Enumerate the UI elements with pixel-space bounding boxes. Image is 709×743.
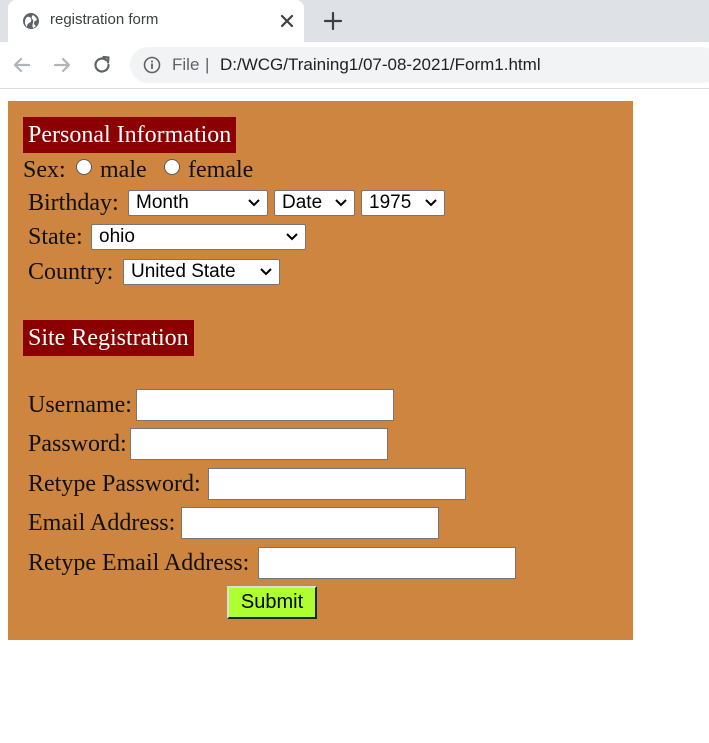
address-separator: | — [205, 55, 210, 74]
browser-toolbar: File | D:/WCG/Training1/07-08-2021/Form1… — [0, 42, 709, 89]
male-label: male — [100, 157, 147, 183]
submit-button[interactable]: Submit — [227, 586, 317, 619]
retype-email-input[interactable] — [258, 547, 516, 579]
forward-arrow-icon[interactable] — [50, 53, 74, 77]
date-value: Date — [282, 192, 323, 213]
state-label: State: — [28, 224, 83, 250]
country-value: United State — [131, 261, 236, 282]
sex-label: Sex: — [23, 157, 66, 183]
female-radio[interactable] — [164, 159, 180, 175]
birthday-label: Birthday: — [28, 190, 119, 216]
country-label: Country: — [28, 259, 114, 285]
chevron-down-icon — [260, 268, 272, 276]
file-label: File — [172, 55, 200, 74]
year-value: 1975 — [369, 192, 412, 213]
personal-info-heading: Personal Information — [23, 117, 237, 153]
chevron-down-icon — [248, 199, 260, 207]
state-value: ohio — [99, 226, 135, 247]
globe-icon — [23, 13, 39, 29]
info-icon[interactable] — [143, 56, 161, 74]
month-value: Month — [136, 192, 189, 213]
back-arrow-icon[interactable] — [10, 53, 34, 77]
chevron-down-icon — [425, 199, 437, 207]
password-input[interactable] — [130, 428, 388, 460]
birthday-year-select[interactable]: 1975 — [361, 190, 445, 216]
chevron-down-icon — [286, 233, 298, 241]
retype-password-label: Retype Password: — [28, 471, 201, 497]
registration-form-panel: Personal Information Sex: male female Bi… — [8, 101, 633, 640]
country-select[interactable]: United State — [123, 259, 280, 285]
reload-icon[interactable] — [90, 53, 114, 77]
new-tab-plus-icon[interactable] — [322, 10, 344, 32]
state-select[interactable]: ohio — [91, 224, 306, 250]
tab-title: registration form — [50, 11, 159, 28]
female-label: female — [188, 157, 254, 183]
site-registration-heading: Site Registration — [23, 320, 194, 356]
tab-strip: registration form — [0, 0, 709, 42]
browser-tab[interactable]: registration form — [8, 0, 304, 42]
birthday-month-select[interactable]: Month — [128, 190, 268, 216]
male-radio[interactable] — [76, 159, 92, 175]
url-text[interactable]: D:/WCG/Training1/07-08-2021/Form1.html — [220, 55, 541, 75]
retype-email-label: Retype Email Address: — [28, 550, 250, 576]
birthday-date-select[interactable]: Date — [274, 190, 355, 216]
email-label: Email Address: — [28, 510, 176, 536]
username-label: Username: — [28, 392, 132, 418]
email-input[interactable] — [181, 507, 439, 539]
address-bar[interactable]: File | D:/WCG/Training1/07-08-2021/Form1… — [130, 47, 709, 83]
username-input[interactable] — [136, 389, 394, 421]
chevron-down-icon — [335, 199, 347, 207]
password-label: Password: — [28, 431, 127, 457]
retype-password-input[interactable] — [208, 468, 466, 500]
close-icon[interactable] — [278, 12, 296, 30]
